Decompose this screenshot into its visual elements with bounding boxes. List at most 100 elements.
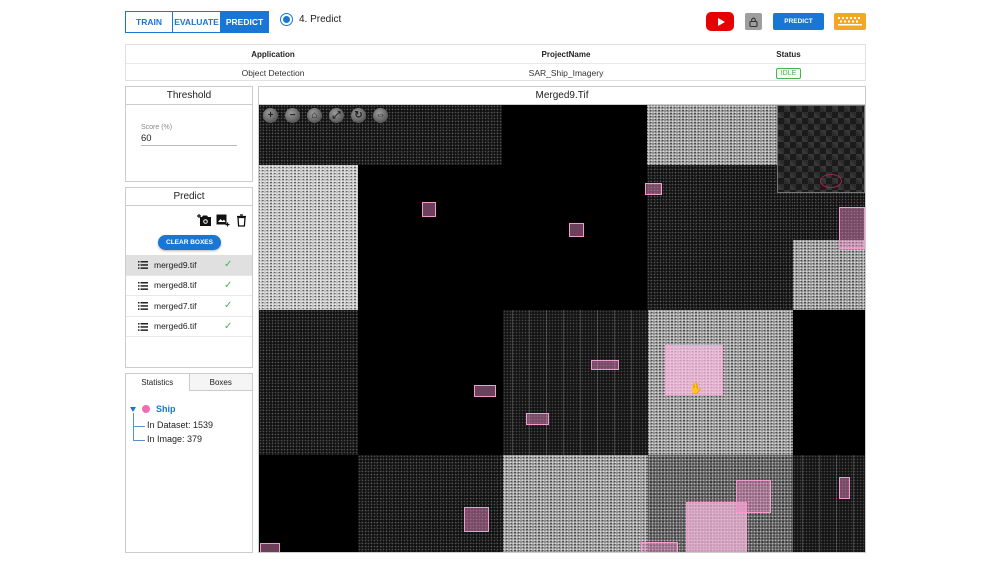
- col-header-status: Status: [776, 49, 801, 59]
- image-tile: [358, 165, 647, 310]
- lock-icon: [749, 17, 758, 27]
- image-title: Merged9.Tif: [259, 87, 865, 105]
- viewer-toolbar: + − ⌂ ⤢ ↻ ⇔: [263, 108, 388, 123]
- image-tile: [502, 105, 647, 165]
- detection-box[interactable]: [645, 183, 662, 195]
- image-viewer: Merged9.Tif + − ⌂ ⤢ ↻ ⇔ ✋: [258, 86, 866, 553]
- radio-dot-icon: [283, 16, 290, 23]
- detection-box[interactable]: [569, 223, 584, 237]
- hand-cursor-icon: ✋: [689, 383, 703, 395]
- list-icon: [138, 302, 148, 310]
- file-name: merged9.tif: [154, 259, 197, 270]
- image-tile: [793, 310, 865, 455]
- file-list: merged9.tif ✓ merged8.tif ✓ merged7.tif …: [126, 255, 252, 337]
- detection-box[interactable]: [260, 543, 280, 552]
- table-row: Object Detection SAR_Ship_Imagery IDLE: [126, 63, 865, 81]
- add-image-icon: [216, 214, 230, 226]
- image-tile: [503, 455, 648, 552]
- image-tile: [259, 310, 358, 455]
- in-dataset-count: In Dataset: 1539: [147, 420, 214, 430]
- image-canvas[interactable]: + − ⌂ ⤢ ↻ ⇔ ✋: [259, 105, 865, 552]
- tree-node-ship[interactable]: Ship: [130, 404, 230, 414]
- file-list-item[interactable]: merged8.tif ✓: [126, 276, 252, 296]
- check-icon: ✓: [224, 300, 233, 312]
- detection-box[interactable]: [464, 507, 489, 532]
- file-list-item[interactable]: merged6.tif ✓: [126, 317, 252, 337]
- youtube-button[interactable]: [706, 12, 734, 31]
- tab-statistics[interactable]: Statistics: [126, 374, 190, 391]
- tree-line: [133, 413, 134, 441]
- fullscreen-icon[interactable]: ⤢: [329, 108, 344, 123]
- image-tile: [793, 455, 865, 552]
- file-name: merged6.tif: [154, 321, 197, 332]
- predict-panel: Predict CLEAR BOXES merged9.tif ✓ merged…: [125, 187, 253, 368]
- tab-predict[interactable]: PREDICT: [221, 11, 269, 33]
- detection-box[interactable]: [839, 207, 865, 249]
- mode-tabs: TRAIN EVALUATE PREDICT: [125, 11, 269, 33]
- image-tile: [793, 240, 865, 310]
- threshold-title: Threshold: [126, 87, 252, 105]
- class-color-dot: [142, 405, 150, 413]
- delete-icon: [236, 213, 246, 227]
- list-icon: [138, 281, 148, 290]
- step-radio[interactable]: [280, 13, 293, 26]
- statistics-panel: Statistics Boxes Ship In Dataset: 1539 I…: [125, 373, 253, 553]
- detection-box[interactable]: [422, 202, 436, 217]
- project-name-value: SAR_Ship_Imagery: [528, 67, 604, 78]
- zoom-out-icon[interactable]: −: [285, 108, 300, 123]
- clear-boxes-button[interactable]: CLEAR BOXES: [158, 235, 221, 250]
- detection-box[interactable]: [839, 477, 850, 499]
- image-tile: [358, 310, 503, 455]
- keyboard-button[interactable]: [834, 13, 866, 30]
- tab-boxes[interactable]: Boxes: [189, 374, 252, 391]
- status-badge: IDLE: [775, 67, 802, 79]
- detection-box[interactable]: [736, 480, 771, 513]
- list-icon: [138, 322, 148, 331]
- list-icon: [138, 261, 148, 269]
- tab-train[interactable]: TRAIN: [125, 11, 173, 33]
- file-name: merged7.tif: [154, 300, 197, 311]
- rotate-icon[interactable]: ↻: [351, 108, 366, 123]
- score-input[interactable]: [141, 132, 237, 146]
- check-icon: ✓: [224, 279, 233, 291]
- detection-box[interactable]: [591, 360, 619, 370]
- image-tile: [259, 455, 358, 552]
- add-image-button[interactable]: [215, 212, 231, 228]
- file-list-item[interactable]: merged7.tif ✓: [126, 296, 252, 317]
- predict-title: Predict: [126, 188, 252, 206]
- delete-button[interactable]: [233, 212, 249, 228]
- in-image-count: In Image: 379: [147, 434, 203, 444]
- image-tile: [259, 165, 358, 310]
- file-list-item[interactable]: merged9.tif ✓: [126, 255, 252, 276]
- detection-box[interactable]: [474, 385, 496, 397]
- tree-line: [133, 426, 145, 427]
- threshold-panel: Threshold Score (%): [125, 86, 253, 182]
- add-photo-button[interactable]: [196, 212, 212, 228]
- col-header-application: Application: [251, 49, 295, 59]
- class-name: Ship: [156, 404, 176, 414]
- add-photo-icon: [196, 213, 211, 226]
- minimap-viewport[interactable]: [820, 174, 842, 188]
- application-value: Object Detection: [241, 67, 305, 78]
- col-header-projectname: ProjectName: [541, 49, 591, 59]
- lock-button[interactable]: [745, 13, 762, 30]
- file-name: merged8.tif: [154, 280, 197, 291]
- zoom-in-icon[interactable]: +: [263, 108, 278, 123]
- image-tile: [358, 455, 503, 552]
- predict-button[interactable]: PREDICT: [773, 13, 824, 30]
- navigator-minimap[interactable]: [777, 105, 865, 193]
- project-info-table: Application ProjectName Status Object De…: [125, 44, 866, 81]
- detection-box[interactable]: [526, 413, 549, 425]
- score-label: Score (%): [141, 124, 173, 131]
- image-tile: [503, 310, 648, 455]
- tree-line: [133, 440, 145, 441]
- step-indicator: 4. Predict: [280, 13, 341, 26]
- detection-box[interactable]: [641, 542, 678, 552]
- caret-down-icon: [130, 406, 136, 412]
- tab-evaluate[interactable]: EVALUATE: [173, 11, 221, 33]
- image-tile: [647, 165, 793, 310]
- check-icon: ✓: [224, 320, 233, 332]
- keyboard-icon: [838, 17, 862, 26]
- home-icon[interactable]: ⌂: [307, 108, 322, 123]
- flip-icon[interactable]: ⇔: [373, 108, 388, 123]
